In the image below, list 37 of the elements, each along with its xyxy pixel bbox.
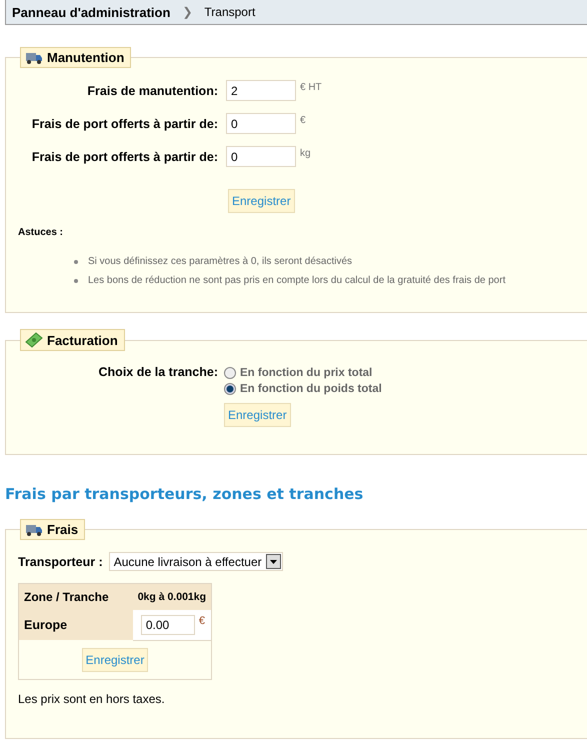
carrier-dropdown[interactable]: Aucune livraison à effectuer: [108, 552, 283, 571]
legend-text: Facturation: [47, 332, 118, 348]
truck-icon: [25, 50, 43, 64]
breadcrumb-link[interactable]: Panneau d'administration: [12, 4, 170, 20]
input-field[interactable]: 2: [226, 80, 296, 101]
tip-text: Si vous définissez ces paramètres à 0, ils seront désactivés: [88, 256, 352, 267]
radio-button[interactable]: [224, 383, 236, 395]
field-label: Choix de la tranche:: [98, 365, 219, 381]
table-header: 0kg à 0.001kg: [132, 584, 212, 610]
currency-label: €: [198, 614, 205, 627]
table-header: Zone / Tranche: [18, 584, 133, 610]
section-heading: Frais par transporteurs, zones et tranches: [5, 485, 364, 503]
tip-text: Les bons de réduction ne sont pas pris en compte lors du calcul de la gratuité des frais de port: [88, 275, 506, 286]
banknote-icon: [25, 332, 43, 348]
chevron-icon: ❯: [182, 5, 192, 19]
input-field[interactable]: 0: [226, 113, 296, 134]
field-label: Frais de manutention:: [86, 84, 219, 98]
radio-button[interactable]: [224, 367, 236, 379]
breadcrumb-current: Transport: [204, 5, 256, 19]
legend-text: Frais: [47, 522, 78, 537]
table-cell: Europe: [18, 610, 133, 640]
note-text: Les prix sont en hors taxes.: [18, 692, 166, 706]
truck-icon: [25, 522, 43, 536]
unit-label: € HT: [300, 82, 322, 93]
bullet-icon: [74, 260, 78, 264]
radio-label: En fonction du poids total: [240, 383, 382, 395]
field-label: Frais de port offerts à partir de:: [30, 116, 219, 130]
field-label: Transporteur :: [18, 554, 103, 568]
unit-label: €: [300, 115, 306, 126]
field-label: Frais de port offerts à partir de:: [30, 150, 219, 164]
bullet-icon: [74, 278, 78, 282]
radio-label: En fonction du prix total: [240, 367, 372, 379]
unit-label: kg: [300, 148, 311, 159]
input-field[interactable]: 0.00: [140, 614, 195, 635]
tips-title: Astuces :: [18, 227, 64, 238]
legend-text: Manutention: [47, 50, 124, 65]
input-field[interactable]: 0: [226, 146, 296, 167]
